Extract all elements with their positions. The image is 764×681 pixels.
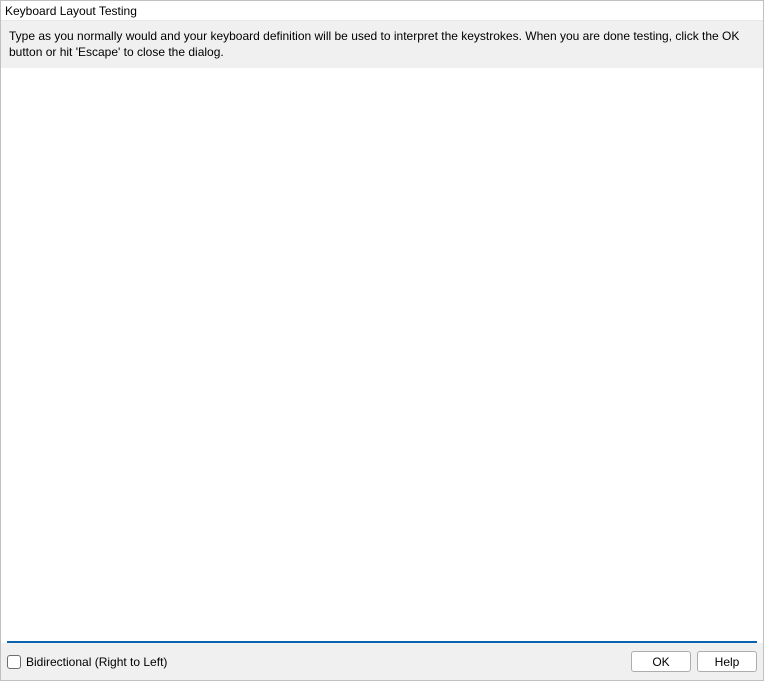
- instructions-text: Type as you normally would and your keyb…: [1, 20, 763, 68]
- ok-button[interactable]: OK: [631, 651, 691, 672]
- help-button[interactable]: Help: [697, 651, 757, 672]
- dialog-title: Keyboard Layout Testing: [1, 1, 763, 20]
- button-row: OK Help: [631, 651, 757, 672]
- keyboard-test-textarea[interactable]: [7, 70, 757, 643]
- bidirectional-checkbox-row[interactable]: Bidirectional (Right to Left): [7, 655, 167, 669]
- dialog-footer: Bidirectional (Right to Left) OK Help: [1, 643, 763, 680]
- bidirectional-checkbox-label: Bidirectional (Right to Left): [26, 655, 167, 669]
- bidirectional-checkbox[interactable]: [7, 655, 21, 669]
- text-input-container: [7, 70, 757, 643]
